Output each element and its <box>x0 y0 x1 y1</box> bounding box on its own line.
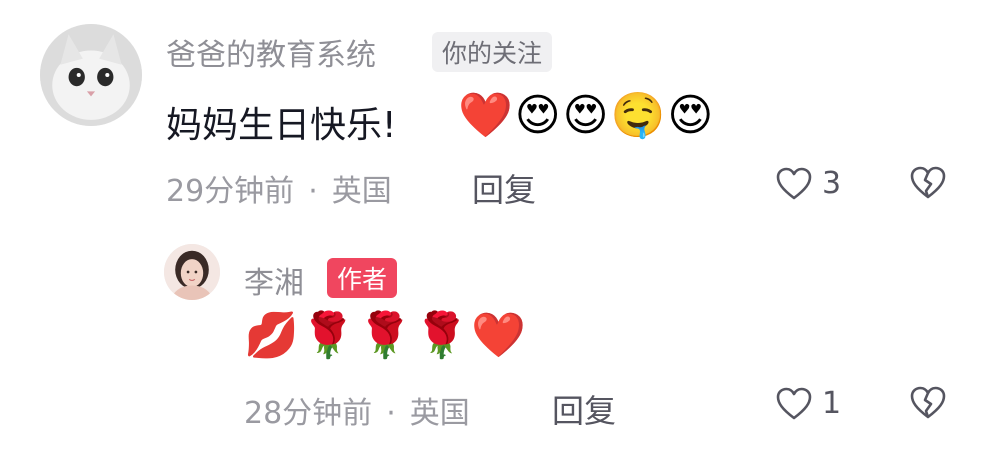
separator-dot: · <box>308 174 318 209</box>
broken-heart-icon <box>910 386 946 419</box>
red-heart-emoji-icon: ❤️ <box>471 310 526 361</box>
rose-emoji-icon: 🌹 <box>300 310 356 361</box>
timestamp: 28分钟前 <box>244 396 373 431</box>
red-heart-emoji-icon: ❤️ <box>458 90 513 141</box>
like-count: 1 <box>822 386 842 421</box>
author-badge: 作者 <box>327 258 398 298</box>
emoji-row: ❤️ 😍 😍 🤤 😍 <box>458 94 713 138</box>
heart-outline-icon <box>776 387 812 419</box>
heart-eyes-emoji-icon: 😍 <box>514 90 561 141</box>
comment-meta: 29分钟前 · 英国 <box>166 166 392 210</box>
heart-eyes-emoji-icon: 😍 <box>667 90 714 141</box>
avatar[interactable] <box>164 244 220 300</box>
comment-meta: 28分钟前 · 英国 <box>244 388 470 432</box>
username[interactable]: 李湘 <box>244 258 304 302</box>
heart-eyes-emoji-icon: 😍 <box>562 90 609 141</box>
timestamp: 29分钟前 <box>166 174 295 209</box>
reply-button[interactable]: 回复 <box>472 165 536 211</box>
location: 英国 <box>331 174 392 209</box>
cat-avatar-icon <box>40 24 142 126</box>
like-count: 3 <box>822 166 842 201</box>
follow-badge: 你的关注 <box>432 32 553 72</box>
reply-button[interactable]: 回复 <box>552 386 616 432</box>
heart-outline-icon <box>776 167 812 199</box>
emoji-row: 💋 🌹 🌹 🌹 ❤️ <box>244 314 526 358</box>
broken-heart-icon <box>910 166 946 199</box>
kiss-mark-emoji-icon: 💋 <box>244 310 299 361</box>
dislike-button[interactable] <box>910 166 946 204</box>
location: 英国 <box>409 396 470 431</box>
woman-avatar-icon <box>164 244 220 300</box>
rose-emoji-icon: 🌹 <box>414 310 470 361</box>
avatar[interactable] <box>40 24 142 126</box>
like-button[interactable]: 1 <box>776 386 841 421</box>
dislike-button[interactable] <box>910 386 946 424</box>
comment-text: 妈妈生日快乐! <box>166 105 397 146</box>
drooling-emoji-icon: 🤤 <box>610 90 666 141</box>
separator-dot: · <box>386 396 396 431</box>
rose-emoji-icon: 🌹 <box>357 310 413 361</box>
like-button[interactable]: 3 <box>776 166 841 201</box>
username[interactable]: 爸爸的教育系统 <box>166 30 376 74</box>
